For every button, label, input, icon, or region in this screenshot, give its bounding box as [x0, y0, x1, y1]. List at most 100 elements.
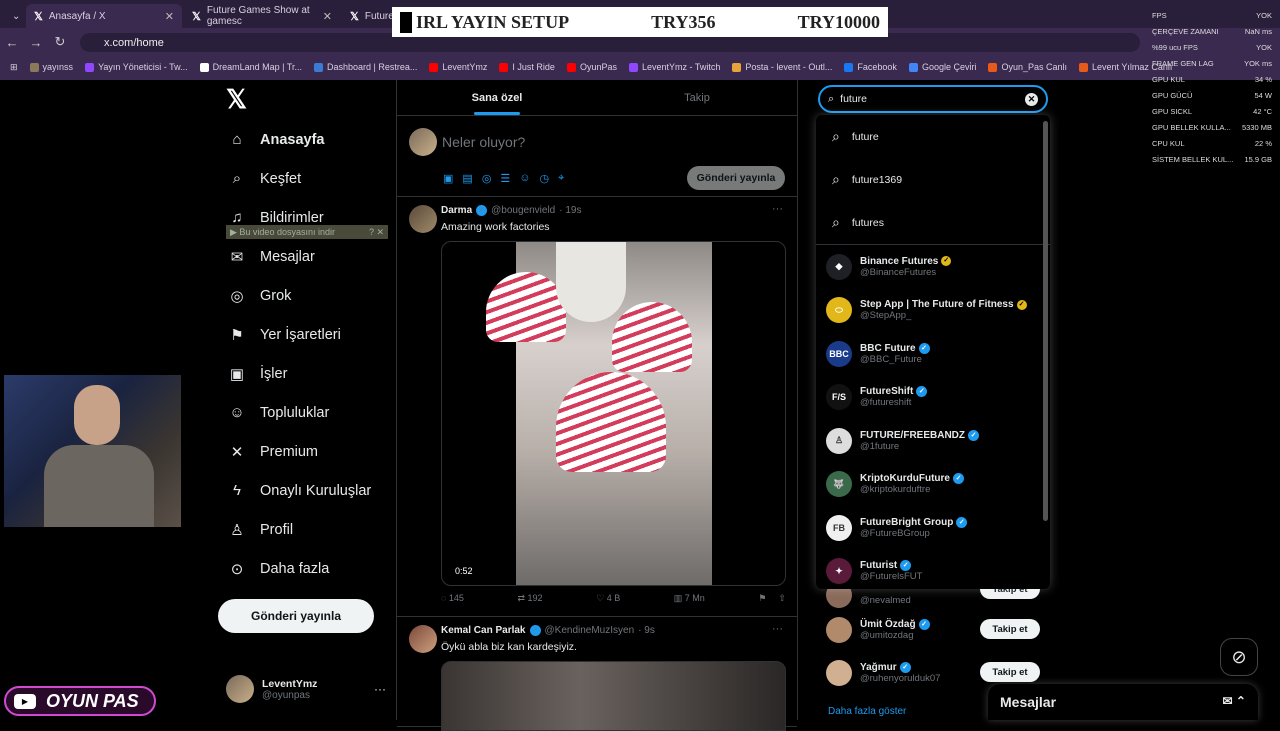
sidebar-item-profil[interactable]: ♙ Profil	[218, 510, 396, 549]
sidebar-item-i-şler[interactable]: ▣ İşler	[218, 354, 396, 393]
close-icon[interactable]: ? ✕	[369, 227, 388, 238]
account-handle: @FutureBGroup	[860, 527, 930, 539]
tab-list-button[interactable]: ⌄	[4, 4, 24, 28]
bookmark-item[interactable]: I Just Ride	[499, 62, 555, 72]
sidebar-item-premium[interactable]: ✕ Premium	[218, 432, 396, 471]
views-button[interactable]: ▥ 7 Mn	[674, 593, 705, 604]
bookmark-item[interactable]: LeventYmz - Twitch	[628, 62, 720, 72]
perf-stat-row: %99 ucu FPS YOK	[1152, 40, 1272, 56]
close-icon[interactable]: ✕	[165, 10, 174, 23]
browser-tab-0[interactable]: 𝕏 Anasayfa / X ✕	[26, 4, 182, 28]
retweet-icon: ⇄	[517, 593, 525, 603]
account-suggestion[interactable]: BBC BBC Future ✓ @BBC_Future	[816, 332, 1050, 376]
show-more-link[interactable]: Daha fazla göster	[828, 706, 906, 717]
grok-fab-icon[interactable]: ⊘	[1220, 638, 1258, 676]
account-suggestion[interactable]: 🐺 KriptoKurduFuture ✓ @kriptokurduftre	[816, 463, 1050, 507]
bookmark-item[interactable]: Dashboard | Restrea...	[314, 62, 417, 72]
tweet-time[interactable]: · 9s	[638, 625, 655, 636]
tweet[interactable]: Darma ✓ @bougenvield · 19s ··· Amazing w…	[397, 197, 797, 617]
sidebar-item-yer-i-şaretleri[interactable]: ⚑ Yer İşaretleri	[218, 315, 396, 354]
composer-post-button[interactable]: Gönderi yayınla	[687, 166, 785, 190]
bookmark-item[interactable]: LeventYmz	[429, 62, 487, 72]
account-suggestion[interactable]: FB FutureBright Group ✓ @FutureBGroup	[816, 506, 1050, 550]
bookmark-label: Facebook	[857, 62, 897, 72]
sidebar-item-mesajlar[interactable]: ✉ Mesajlar	[218, 237, 396, 276]
emoji-icon[interactable]: ☺	[519, 172, 530, 185]
tweet-image[interactable]	[441, 661, 786, 731]
bookmark-item[interactable]: Facebook	[844, 62, 897, 72]
account-suggestion[interactable]: ♙ FUTURE/FREEBANDZ ✓ @1future	[816, 419, 1050, 463]
account-switcher[interactable]: LeventYmz @oyunpas ···	[226, 672, 386, 706]
bookmark-item[interactable]: Oyun_Pas Canlı	[988, 62, 1067, 72]
bookmark-item[interactable]: yayınss	[29, 62, 73, 72]
perf-stat-value: 5330 MB	[1241, 123, 1272, 132]
account-suggestion[interactable]: ◆ Binance Futures ✓ @BinanceFutures	[816, 245, 1050, 289]
close-icon[interactable]: ✕	[323, 10, 332, 23]
tab-title: Future	[364, 10, 394, 22]
composer-input[interactable]: Neler oluyor?	[442, 134, 525, 150]
reload-icon[interactable]: ↻	[48, 34, 72, 50]
sidebar-item-label: Mesajlar	[260, 248, 315, 265]
bookmark-item[interactable]: Google Çevi̇ri	[908, 62, 976, 72]
clear-search-icon[interactable]: ✕	[1025, 93, 1038, 106]
sidebar-item-anasayfa[interactable]: ⌂ Anasayfa	[218, 120, 396, 159]
like-button[interactable]: ♡ 4 B	[596, 593, 620, 604]
tab-for-you[interactable]: Sana özel	[397, 80, 597, 115]
follow-suggestion[interactable]: Ümit Özdağ ✓ @umitozdag Takip et	[816, 608, 1050, 651]
tweet-handle[interactable]: @KendineMuzIsyen	[545, 625, 635, 636]
dropdown-scrollbar[interactable]	[1043, 121, 1048, 521]
sidebar-item-keşfet[interactable]: ⌕ Keşfet	[218, 159, 396, 198]
account-suggestion[interactable]: ⬭ Step App | The Future of Fitness ✓ @StepA…	[816, 289, 1050, 333]
account-suggestion[interactable]: F/S FutureShift ✓ @futureshift	[816, 376, 1050, 420]
poll-icon[interactable]: ☰	[500, 172, 510, 185]
forward-arrow-icon[interactable]: →	[24, 35, 48, 50]
tab-following[interactable]: Takip	[597, 80, 797, 115]
tweet-time[interactable]: · 19s	[559, 205, 581, 216]
sidebar-item-daha-fazla[interactable]: ⊙ Daha fazla	[218, 549, 396, 588]
bookmark-item[interactable]: OyunPas	[566, 62, 617, 72]
account-suggestion[interactable]: ✦ Futurist ✓ @FuturelsFUT	[816, 550, 1050, 590]
bookmark-item[interactable]: Posta - levent - Outl...	[732, 62, 832, 72]
schedule-icon[interactable]: ◷	[540, 172, 550, 185]
more-icon[interactable]: ···	[772, 623, 783, 635]
tweet-handle[interactable]: @bougenvield	[491, 205, 555, 216]
tweet[interactable]: Kemal Can Parlak ✓ @KendineMuzIsyen · 9s…	[397, 617, 797, 731]
follow-button[interactable]: Takip et	[980, 662, 1040, 682]
sidebar-item-grok[interactable]: ◎ Grok	[218, 276, 396, 315]
tweet-video[interactable]: 0:52	[441, 241, 786, 586]
bookmark-item[interactable]: DreamLand Map | Tr...	[199, 62, 302, 72]
more-icon[interactable]: ···	[374, 682, 386, 696]
search-input[interactable]	[840, 93, 1011, 105]
browser-tab-1[interactable]: 𝕏 Future Games Show at gamesc ✕	[184, 4, 340, 28]
search-suggestion[interactable]: ⌕ futures	[816, 201, 1050, 244]
tweet-text: Öykü abla biz kan kardeşiyiz.	[441, 641, 577, 653]
follow-button[interactable]: Takip et	[980, 619, 1040, 639]
new-message-icon[interactable]: ✉ ⌃	[1223, 694, 1246, 708]
bookmark-item[interactable]: Yayın Yöneticisi - Tw...	[85, 62, 188, 72]
share-icon[interactable]: ⇧	[778, 593, 786, 604]
search-suggestion[interactable]: ⌕ future1369	[816, 158, 1050, 201]
avatar[interactable]	[409, 625, 437, 653]
x-logo-icon[interactable]: 𝕏	[226, 84, 396, 120]
image-icon[interactable]: ▣	[443, 172, 453, 185]
tweet-author[interactable]: Darma	[441, 205, 472, 216]
search-suggestion[interactable]: ⌕ future	[816, 115, 1050, 158]
grok-icon[interactable]: ◎	[482, 172, 492, 185]
download-video-overlay[interactable]: ▶ Bu video dosyasını indir ? ✕	[226, 225, 388, 239]
messages-drawer[interactable]: Mesajlar ✉ ⌃	[988, 684, 1258, 720]
tweet-author[interactable]: Kemal Can Parlak	[441, 625, 526, 636]
more-icon[interactable]: ···	[772, 203, 783, 215]
retweet-button[interactable]: ⇄ 192	[517, 593, 542, 604]
sidebar-post-button[interactable]: Gönderi yayınla	[218, 599, 374, 633]
apps-grid-icon[interactable]: ⊞	[10, 62, 18, 73]
bookmark-icon[interactable]: ⚑	[758, 593, 766, 604]
verified-badge-icon: ✓	[918, 342, 930, 354]
avatar[interactable]	[409, 205, 437, 233]
reply-button[interactable]: ◌ 145	[441, 593, 464, 604]
search-box[interactable]: ⌕ ✕	[818, 85, 1048, 113]
sidebar-item-onaylı-kuruluşlar[interactable]: ϟ Onaylı Kuruluşlar	[218, 471, 396, 510]
back-arrow-icon[interactable]: ←	[0, 35, 24, 50]
location-icon[interactable]: ⌖	[558, 172, 564, 185]
sidebar-item-topluluklar[interactable]: ☺ Topluluklar	[218, 393, 396, 432]
gif-icon[interactable]: ▤	[462, 172, 472, 185]
